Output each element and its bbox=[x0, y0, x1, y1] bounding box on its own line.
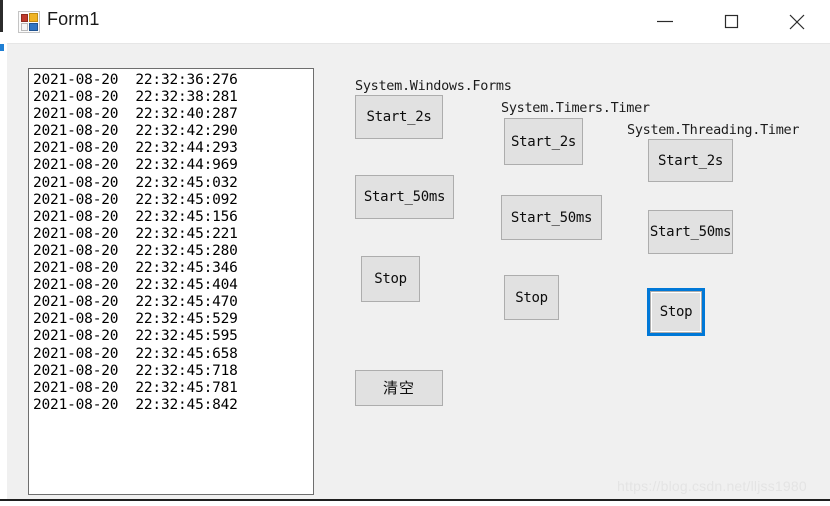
log-line: 2021-08-20 22:32:45:092 bbox=[33, 191, 238, 208]
title-bar[interactable]: Form1 bbox=[7, 0, 830, 44]
close-icon bbox=[789, 14, 805, 30]
log-line: 2021-08-20 22:32:45:658 bbox=[33, 345, 238, 362]
icon-square-blue bbox=[29, 23, 38, 31]
log-line: 2021-08-20 22:32:45:280 bbox=[33, 242, 238, 259]
log-line: 2021-08-20 22:32:45:470 bbox=[33, 294, 238, 311]
minimize-button[interactable] bbox=[632, 0, 698, 43]
timestamp-log-list[interactable]: 2021-08-20 22:32:36:276 2021-08-20 22:32… bbox=[28, 68, 314, 495]
maximize-button[interactable] bbox=[698, 0, 764, 43]
group-label-timers-timer: System.Timers.Timer bbox=[501, 100, 650, 116]
window-title: Form1 bbox=[47, 9, 100, 29]
log-line: 2021-08-20 22:32:44:969 bbox=[33, 157, 238, 174]
watermark-text: https://blog.csdn.net/lljss1980 bbox=[617, 478, 807, 494]
threading-start-50ms-button[interactable]: Start_50ms bbox=[648, 210, 733, 254]
winforms-start-2s-button[interactable]: Start_2s bbox=[355, 95, 443, 139]
log-line: 2021-08-20 22:32:44:293 bbox=[33, 140, 238, 157]
timers-start-50ms-button[interactable]: Start_50ms bbox=[501, 195, 602, 240]
timers-start-2s-button[interactable]: Start_2s bbox=[504, 118, 583, 165]
winforms-start-50ms-button[interactable]: Start_50ms bbox=[355, 175, 454, 219]
threading-start-2s-button[interactable]: Start_2s bbox=[648, 139, 733, 182]
icon-square-yellow bbox=[29, 13, 38, 22]
group-label-windows-forms: System.Windows.Forms bbox=[355, 78, 512, 94]
log-line: 2021-08-20 22:32:45:221 bbox=[33, 225, 238, 242]
log-line: 2021-08-20 22:32:42:290 bbox=[33, 123, 238, 140]
window-bottom-edge bbox=[0, 499, 830, 506]
log-line: 2021-08-20 22:32:40:287 bbox=[33, 106, 238, 123]
log-line: 2021-08-20 22:32:45:718 bbox=[33, 362, 238, 379]
log-line: 2021-08-20 22:32:45:529 bbox=[33, 311, 238, 328]
group-label-threading-timer: System.Threading.Timer bbox=[627, 122, 800, 138]
maximize-icon bbox=[724, 14, 739, 29]
timers-stop-button[interactable]: Stop bbox=[504, 275, 559, 320]
log-line: 2021-08-20 22:32:36:276 bbox=[33, 72, 238, 88]
minimize-icon bbox=[657, 20, 673, 23]
icon-square-white bbox=[21, 23, 28, 31]
clear-log-button[interactable]: 清空 bbox=[355, 370, 443, 406]
log-line: 2021-08-20 22:32:45:404 bbox=[33, 277, 238, 294]
log-line: 2021-08-20 22:32:38:281 bbox=[33, 89, 238, 106]
log-line: 2021-08-20 22:32:45:346 bbox=[33, 260, 238, 277]
log-line: 2021-08-20 22:32:45:842 bbox=[33, 396, 238, 413]
log-line: 2021-08-20 22:32:45:781 bbox=[33, 379, 238, 396]
close-button[interactable] bbox=[764, 0, 830, 43]
log-line: 2021-08-20 22:32:45:032 bbox=[33, 174, 238, 191]
background-window-blue-edge bbox=[0, 44, 4, 51]
icon-square-red bbox=[21, 14, 28, 22]
threading-stop-button[interactable]: Stop bbox=[647, 288, 705, 336]
form1-window: Form1 2021-08-20 22:32:36:276 2021-08-20… bbox=[0, 0, 830, 506]
log-line: 2021-08-20 22:32:45:595 bbox=[33, 328, 238, 345]
background-window-dark-edge bbox=[0, 0, 3, 32]
winforms-app-icon bbox=[18, 11, 40, 33]
winforms-stop-button[interactable]: Stop bbox=[361, 256, 420, 302]
form-client-area: 2021-08-20 22:32:36:276 2021-08-20 22:32… bbox=[7, 44, 830, 499]
log-line: 2021-08-20 22:32:45:156 bbox=[33, 208, 238, 225]
